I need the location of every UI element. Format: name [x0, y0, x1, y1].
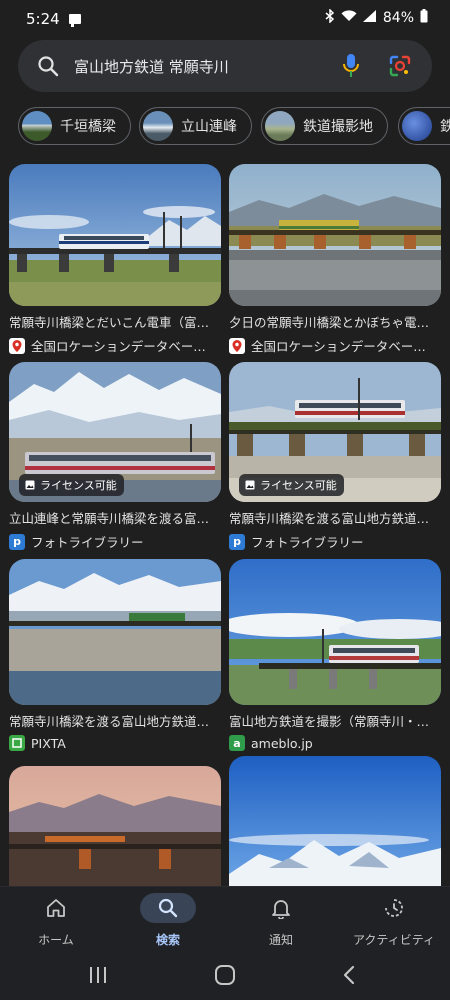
nav-activity[interactable]: アクティビティ — [338, 887, 450, 953]
chip-mountains[interactable]: 立山連峰 — [139, 107, 252, 145]
image-result[interactable]: 常願寺川橋梁とだいこん電車（富… 全国ロケーションデータベー… — [9, 164, 221, 355]
result-source[interactable]: p フォトライブラリー — [9, 532, 221, 551]
chip-thumbnail — [265, 111, 295, 141]
nav-label: 検索 — [155, 933, 180, 947]
nav-notifications[interactable]: 通知 — [225, 887, 337, 953]
search-bar[interactable]: 富山地方鉄道 常願寺川 — [18, 40, 432, 92]
back-icon[interactable] — [341, 964, 357, 990]
result-source[interactable]: 全国ロケーションデータベー… — [9, 336, 221, 355]
result-source-name: 全国ロケーションデータベー… — [251, 339, 426, 354]
chip-label: 千垣橋梁 — [60, 119, 116, 135]
result-source[interactable]: a ameblo.jp — [229, 735, 441, 751]
result-title[interactable]: 常願寺川橋梁を渡る富山地方鉄道… — [9, 711, 221, 730]
license-badge: ライセンス可能 — [19, 474, 124, 496]
chip-label: 鉄 — [440, 119, 450, 135]
nav-label: ホーム — [38, 933, 74, 947]
pin-icon — [229, 337, 245, 354]
result-image[interactable] — [229, 756, 441, 886]
image-result[interactable]: 夕日の常願寺川橋梁とかぼちゃ電… 全国ロケーションデータベー… — [229, 164, 441, 355]
chip-thumbnail — [143, 111, 173, 141]
image-result[interactable] — [9, 766, 221, 886]
chip-bridge[interactable]: 千垣橋梁 — [18, 107, 131, 145]
status-time: 5:24 — [26, 10, 60, 28]
pixta-icon — [9, 735, 25, 751]
nav-home[interactable]: ホーム — [0, 887, 112, 953]
wifi-icon — [341, 10, 357, 26]
license-badge-text: ライセンス可能 — [260, 479, 337, 492]
ameblo-icon: a — [229, 735, 245, 751]
result-image[interactable] — [9, 164, 221, 306]
chip-label: 立山連峰 — [181, 119, 237, 135]
result-title[interactable]: 常願寺川橋梁を渡る富山地方鉄道… — [229, 508, 441, 527]
chip-photo-spot[interactable]: 鉄道撮影地 — [261, 107, 388, 145]
lens-icon[interactable] — [388, 54, 412, 82]
result-source-name: PIXTA — [31, 735, 66, 751]
result-image[interactable]: ライセンス可能 — [9, 362, 221, 502]
result-image[interactable] — [229, 559, 441, 705]
result-image[interactable] — [9, 766, 221, 886]
suggestion-chips: 千垣橋梁 立山連峰 鉄道撮影地 鉄 — [18, 107, 450, 147]
mic-icon[interactable] — [342, 53, 360, 83]
chip-label: 鉄道撮影地 — [303, 119, 373, 135]
image-icon — [245, 480, 255, 490]
image-result[interactable]: 常願寺川橋梁を渡る富山地方鉄道… PIXTA — [9, 559, 221, 751]
chip-thumbnail — [22, 111, 52, 141]
image-result[interactable]: 富山地方鉄道を撮影（常願寺川・… a ameblo.jp — [229, 559, 441, 751]
signal-icon — [362, 10, 377, 26]
photolibrary-icon: p — [229, 533, 245, 550]
license-badge: ライセンス可能 — [239, 474, 344, 496]
battery-text: 84% — [382, 10, 414, 26]
search-icon[interactable] — [36, 54, 60, 82]
activity-icon[interactable] — [366, 893, 422, 923]
photolibrary-icon: p — [9, 533, 25, 550]
result-title[interactable]: 立山連峰と常願寺川橋梁を渡る富… — [9, 508, 221, 527]
nav-label: アクティビティ — [353, 933, 435, 947]
home-icon[interactable] — [28, 893, 84, 923]
search-input[interactable]: 富山地方鉄道 常願寺川 — [74, 56, 229, 77]
result-source-name: 全国ロケーションデータベー… — [31, 339, 206, 354]
home-button-icon[interactable] — [214, 964, 236, 990]
result-title[interactable]: 富山地方鉄道を撮影（常願寺川・… — [229, 711, 441, 730]
result-source[interactable]: 全国ロケーションデータベー… — [229, 336, 441, 355]
result-source-name: ameblo.jp — [251, 735, 313, 751]
chip-thumbnail — [402, 111, 432, 141]
notification-icon — [68, 12, 82, 31]
result-source-name: フォトライブラリー — [251, 535, 364, 550]
result-source-name: フォトライブラリー — [31, 535, 144, 550]
bell-icon[interactable] — [253, 893, 309, 923]
nav-search[interactable]: 検索 — [112, 887, 224, 953]
result-image[interactable] — [9, 559, 221, 705]
bluetooth-icon — [325, 8, 335, 27]
nav-label: 通知 — [268, 933, 293, 947]
search-icon[interactable] — [140, 893, 196, 923]
image-icon — [25, 480, 35, 490]
image-result[interactable]: ライセンス可能 立山連峰と常願寺川橋梁を渡る富… p フォトライブラリー — [9, 362, 221, 551]
recent-apps-icon[interactable] — [88, 964, 108, 990]
result-image[interactable] — [229, 164, 441, 306]
battery-icon — [420, 9, 428, 27]
license-badge-text: ライセンス可能 — [40, 479, 117, 492]
pin-icon — [9, 337, 25, 354]
bottom-navigation: ホーム 検索 通知 アクティビティ — [0, 886, 450, 953]
image-result[interactable]: ライセンス可能 常願寺川橋梁を渡る富山地方鉄道… p フォトライブラリー — [229, 362, 441, 551]
result-title[interactable]: 夕日の常願寺川橋梁とかぼちゃ電… — [229, 312, 441, 331]
chip-railway[interactable]: 鉄 — [398, 107, 450, 145]
image-result[interactable] — [229, 756, 441, 886]
system-navigation — [0, 952, 450, 1000]
result-title[interactable]: 常願寺川橋梁とだいこん電車（富… — [9, 312, 221, 331]
result-source[interactable]: PIXTA — [9, 735, 221, 751]
result-source[interactable]: p フォトライブラリー — [229, 532, 441, 551]
result-image[interactable]: ライセンス可能 — [229, 362, 441, 502]
status-bar: 5:24 84% — [0, 0, 450, 36]
